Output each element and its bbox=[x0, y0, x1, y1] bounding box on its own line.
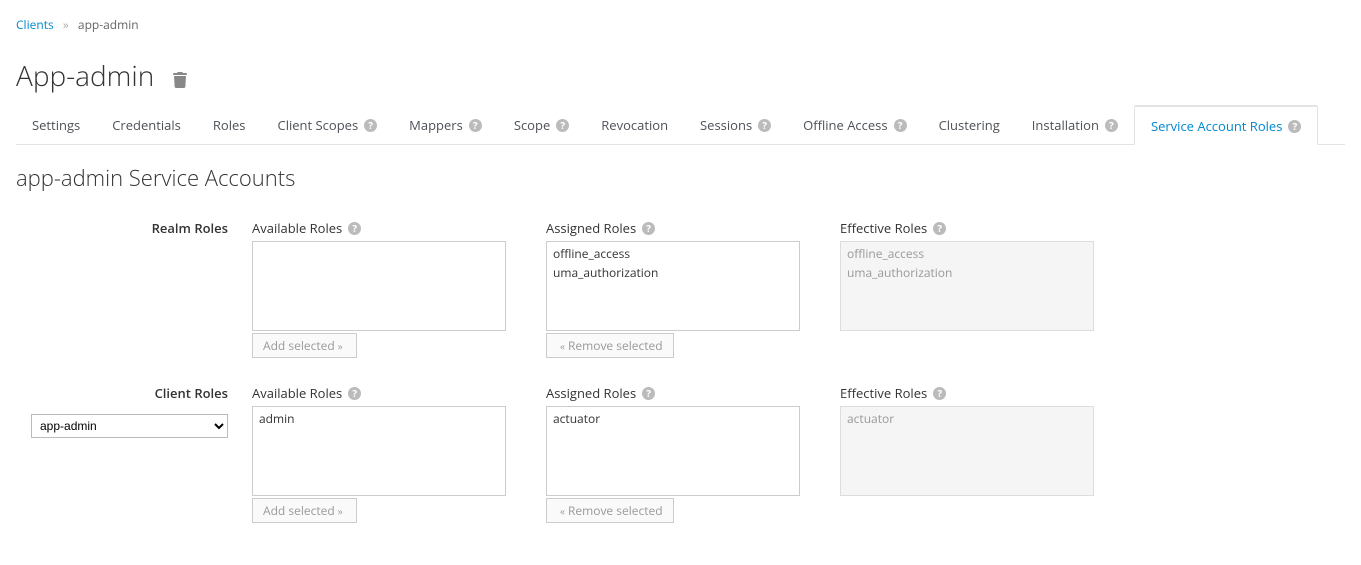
available-roles-label: Available Roles ? bbox=[252, 219, 506, 237]
chevron-right-icon: » bbox=[338, 339, 343, 353]
list-item[interactable]: offline_access bbox=[547, 244, 799, 263]
page-title-text: App-admin bbox=[16, 57, 154, 95]
client-roles-row: Client Roles app-admin Available Roles ?… bbox=[16, 384, 1345, 523]
breadcrumb-parent-link[interactable]: Clients bbox=[16, 16, 54, 33]
help-icon[interactable]: ? bbox=[469, 119, 482, 132]
remove-selected-button[interactable]: «Remove selected bbox=[546, 498, 674, 523]
tab-label: Service Account Roles bbox=[1151, 117, 1283, 135]
tab-clustering[interactable]: Clustering bbox=[923, 105, 1016, 144]
tab-mappers[interactable]: Mappers? bbox=[393, 105, 498, 144]
tab-label: Mappers bbox=[409, 116, 463, 134]
help-icon[interactable]: ? bbox=[642, 222, 655, 235]
realm-available-roles-col: Available Roles ? Add selected» bbox=[252, 219, 506, 358]
tab-label: Credentials bbox=[112, 116, 181, 134]
delete-client-button[interactable] bbox=[172, 67, 188, 91]
help-icon[interactable]: ? bbox=[556, 119, 569, 132]
tab-revocation[interactable]: Revocation bbox=[585, 105, 684, 144]
tab-label: Client Scopes bbox=[278, 116, 359, 134]
tab-scope[interactable]: Scope? bbox=[498, 105, 585, 144]
tab-label: Roles bbox=[213, 116, 246, 134]
help-icon[interactable]: ? bbox=[348, 387, 361, 400]
tab-service-account-roles[interactable]: Service Account Roles? bbox=[1134, 105, 1319, 145]
help-icon[interactable]: ? bbox=[1105, 119, 1118, 132]
help-icon[interactable]: ? bbox=[1288, 120, 1301, 133]
client-assigned-roles-col: Assigned Roles ? actuator «Remove select… bbox=[546, 384, 800, 523]
tab-installation[interactable]: Installation? bbox=[1016, 105, 1134, 144]
help-icon[interactable]: ? bbox=[933, 387, 946, 400]
assigned-roles-label: Assigned Roles ? bbox=[546, 384, 800, 402]
tab-label: Sessions bbox=[700, 116, 752, 134]
tab-sessions[interactable]: Sessions? bbox=[684, 105, 787, 144]
list-item[interactable]: actuator bbox=[547, 409, 799, 428]
client-select[interactable]: app-admin bbox=[31, 414, 228, 438]
tab-offline-access[interactable]: Offline Access? bbox=[787, 105, 922, 144]
realm-assigned-roles-col: Assigned Roles ? offline_accessuma_autho… bbox=[546, 219, 800, 358]
breadcrumb-current: app-admin bbox=[78, 16, 139, 33]
subheading: app-admin Service Accounts bbox=[16, 163, 1345, 193]
client-effective-roles-col: Effective Roles ? actuator bbox=[840, 384, 1094, 523]
client-effective-roles-list: actuator bbox=[840, 406, 1094, 496]
tab-label: Scope bbox=[514, 116, 550, 134]
page-title: App-admin bbox=[16, 57, 1345, 95]
tabs: SettingsCredentialsRolesClient Scopes?Ma… bbox=[16, 105, 1345, 145]
assigned-roles-label: Assigned Roles ? bbox=[546, 219, 800, 237]
available-roles-label: Available Roles ? bbox=[252, 384, 506, 402]
add-selected-button[interactable]: Add selected» bbox=[252, 498, 357, 523]
tab-label: Offline Access bbox=[803, 116, 887, 134]
breadcrumb: Clients » app-admin bbox=[16, 16, 1345, 33]
list-item[interactable]: uma_authorization bbox=[547, 263, 799, 282]
realm-roles-row: Realm Roles Available Roles ? Add select… bbox=[16, 219, 1345, 358]
help-icon[interactable]: ? bbox=[894, 119, 907, 132]
client-available-roles-list[interactable]: admin bbox=[252, 406, 506, 496]
help-icon[interactable]: ? bbox=[642, 387, 655, 400]
help-icon[interactable]: ? bbox=[933, 222, 946, 235]
chevron-right-icon: » bbox=[338, 504, 343, 518]
tab-client-scopes[interactable]: Client Scopes? bbox=[262, 105, 394, 144]
list-item: offline_access bbox=[841, 244, 1093, 263]
add-selected-button[interactable]: Add selected» bbox=[252, 333, 357, 358]
tab-roles[interactable]: Roles bbox=[197, 105, 262, 144]
realm-effective-roles-col: Effective Roles ? offline_accessuma_auth… bbox=[840, 219, 1094, 358]
tab-label: Clustering bbox=[939, 116, 1000, 134]
effective-roles-label: Effective Roles ? bbox=[840, 219, 1094, 237]
client-roles-label: Client Roles bbox=[16, 384, 228, 402]
trash-icon bbox=[172, 72, 188, 88]
list-item: actuator bbox=[841, 409, 1093, 428]
tab-label: Installation bbox=[1032, 116, 1099, 134]
chevron-left-icon: « bbox=[560, 504, 565, 518]
realm-available-roles-list[interactable] bbox=[252, 241, 506, 331]
realm-assigned-roles-list[interactable]: offline_accessuma_authorization bbox=[546, 241, 800, 331]
client-assigned-roles-list[interactable]: actuator bbox=[546, 406, 800, 496]
realm-effective-roles-list: offline_accessuma_authorization bbox=[840, 241, 1094, 331]
realm-roles-label: Realm Roles bbox=[16, 219, 228, 237]
help-icon[interactable]: ? bbox=[364, 119, 377, 132]
client-available-roles-col: Available Roles ? admin Add selected» bbox=[252, 384, 506, 523]
help-icon[interactable]: ? bbox=[348, 222, 361, 235]
tab-label: Revocation bbox=[601, 116, 668, 134]
remove-selected-button[interactable]: «Remove selected bbox=[546, 333, 674, 358]
tab-label: Settings bbox=[32, 116, 80, 134]
list-item[interactable]: admin bbox=[253, 409, 505, 428]
chevron-left-icon: « bbox=[560, 339, 565, 353]
breadcrumb-sep: » bbox=[63, 16, 69, 33]
help-icon[interactable]: ? bbox=[758, 119, 771, 132]
effective-roles-label: Effective Roles ? bbox=[840, 384, 1094, 402]
tab-settings[interactable]: Settings bbox=[16, 105, 96, 144]
tab-credentials[interactable]: Credentials bbox=[96, 105, 197, 144]
list-item: uma_authorization bbox=[841, 263, 1093, 282]
